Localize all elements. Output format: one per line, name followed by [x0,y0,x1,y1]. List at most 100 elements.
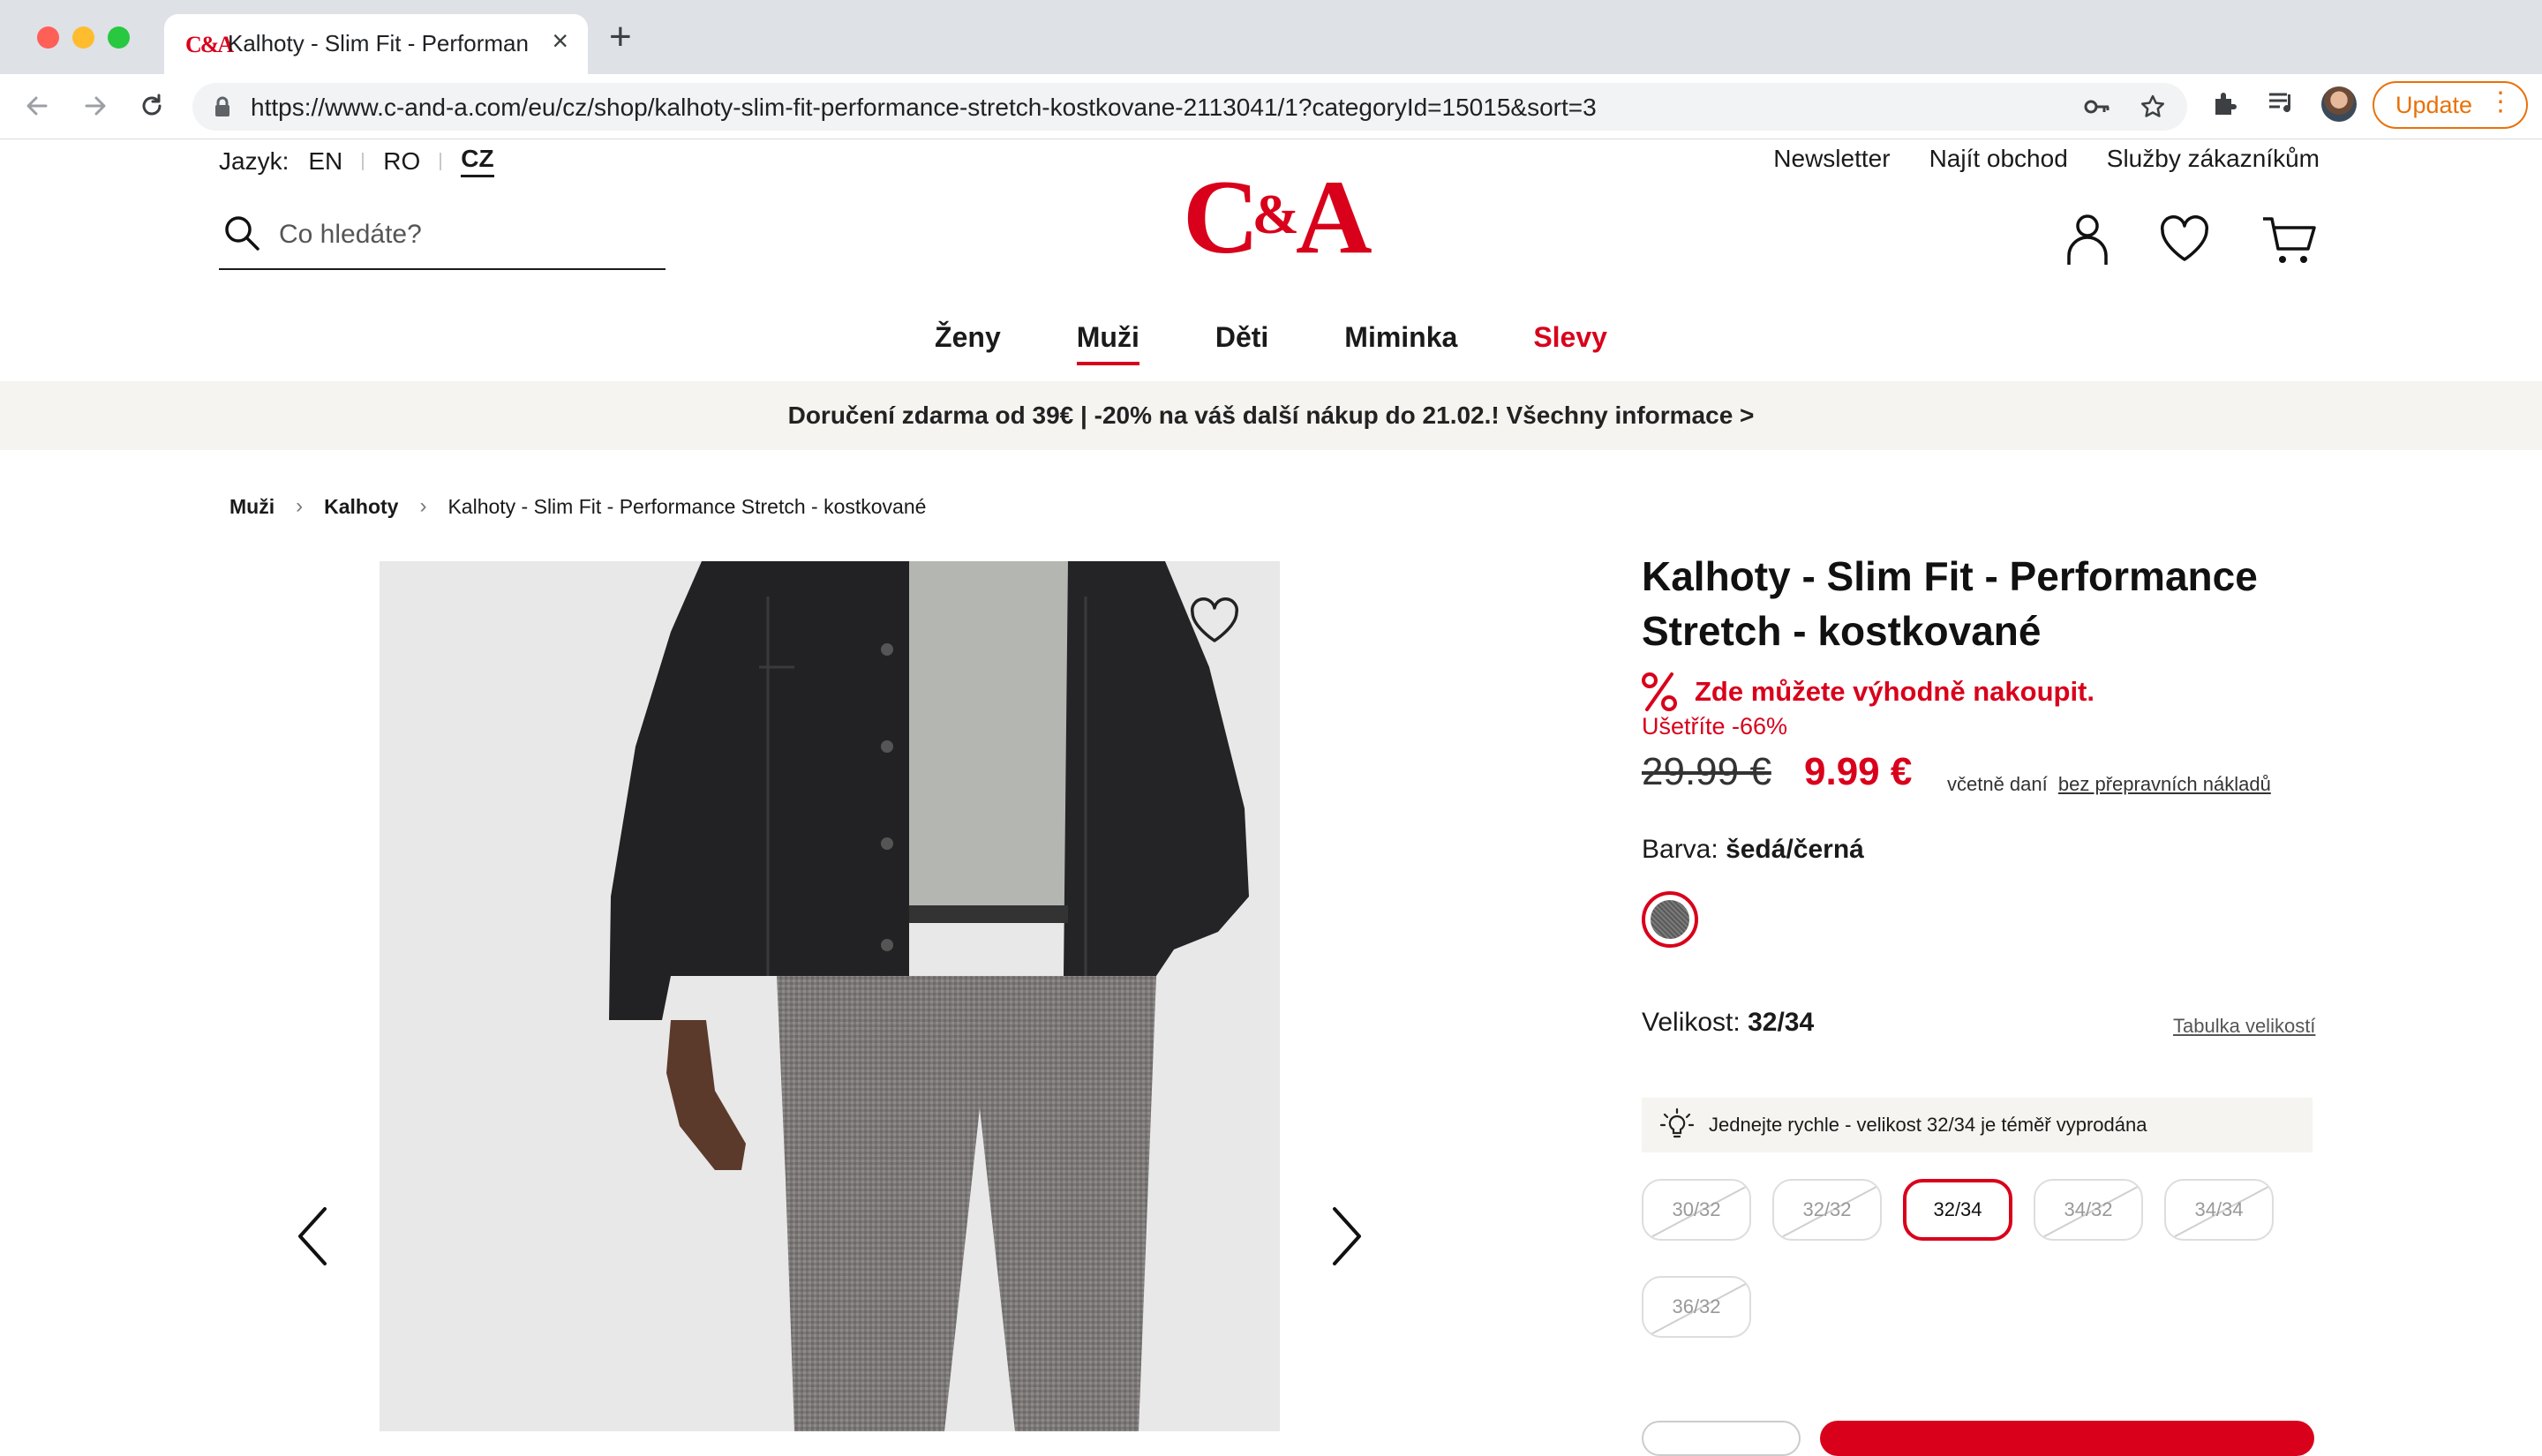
logo-letter-c: C [1183,158,1260,275]
chevron-right-icon: › [419,494,427,518]
forward-arrow-icon [85,96,106,116]
customer-service-link[interactable]: Služby zákazníkům [2107,145,2320,173]
account-icon[interactable] [2064,212,2111,266]
size-option-32-34[interactable]: 32/34 [1903,1179,2012,1241]
lang-divider [362,152,365,170]
percent-icon [1642,672,1677,711]
lang-divider [440,152,442,170]
browser-toolbar: https://www.c-and-a.com/eu/cz/shop/kalho… [0,74,2542,139]
logo-letter-a: A [1295,158,1373,275]
low-stock-hint: Jednejte rychle - velikost 32/34 je témě… [1642,1098,2313,1152]
color-selection: Barva: šedá/černá [1642,835,1864,865]
size-option-label: 32/32 [1802,1198,1852,1220]
url-text: https://www.c-and-a.com/eu/cz/shop/kalho… [251,94,1597,121]
main-navigation: Ženy Muži Děti Miminka Slevy [0,321,2542,365]
color-value: šedá/černá [1726,835,1864,864]
update-label: Update [2395,91,2473,118]
nav-item-sale[interactable]: Slevy [1533,321,1607,365]
update-button[interactable]: Update ⋮ [2373,81,2528,129]
profile-avatar[interactable] [2321,86,2357,122]
back-button[interactable] [19,88,55,124]
color-swatch-fill [1649,898,1691,941]
forward-button[interactable] [78,88,113,124]
reload-icon [142,94,162,116]
breadcrumb-pants[interactable]: Kalhoty [324,495,398,519]
gallery-next-arrow-icon[interactable] [1329,1205,1365,1267]
promo-banner-text: Doručení zdarma od 39€ | -20% na váš dal… [787,402,1755,429]
browser-tabstrip: C&A Kalhoty - Slim Fit - Performance Str… [0,0,2542,74]
search-bar [219,208,666,270]
original-price: 29.99 € [1642,750,1771,793]
product-image[interactable] [380,561,1280,1431]
extensions-icon[interactable] [2210,88,2240,118]
menu-dots-icon[interactable]: ⋮ [2487,89,2514,116]
favorite-heart-icon[interactable] [1188,597,1241,644]
tax-note-text: včetně daní [1947,773,2048,795]
tab-close-icon[interactable]: × [552,26,568,55]
search-input[interactable] [277,215,648,254]
cart-icon[interactable] [2261,215,2318,266]
lightbulb-icon [1659,1107,1695,1138]
address-bar[interactable]: https://www.c-and-a.com/eu/cz/shop/kalho… [192,83,2187,131]
media-queue-icon[interactable] [2267,90,2297,116]
window-zoom-button[interactable] [108,26,130,49]
find-store-link[interactable]: Najít obchod [1929,145,2068,173]
tax-note: včetně daní bez přepravních nákladů [1947,773,2271,796]
lock-icon[interactable] [214,96,231,117]
color-swatch[interactable] [1642,891,1698,948]
breadcrumb-current: Kalhoty - Slim Fit - Performance Stretch… [447,494,927,518]
breadcrumb-men[interactable]: Muži [229,495,275,519]
lang-en[interactable]: EN [308,147,342,176]
color-label: Barva: [1642,835,1718,864]
size-option-30-32[interactable]: 30/32 [1642,1179,1751,1241]
window-minimize-button[interactable] [72,26,94,49]
search-icon[interactable] [222,214,261,252]
new-tab-button[interactable]: + [609,18,632,56]
logo-ampersand: & [1252,183,1299,245]
quantity-selector[interactable] [1642,1421,1801,1456]
window-close-button[interactable] [37,26,59,49]
nav-item-men[interactable]: Muži [1076,321,1139,365]
promo-banner[interactable]: Doručení zdarma od 39€ | -20% na váš dal… [0,381,2542,450]
low-stock-text: Jednejte rychle - velikost 32/34 je témě… [1709,1114,2147,1136]
size-option-34-34[interactable]: 34/34 [2164,1179,2274,1241]
size-option-label: 30/32 [1672,1198,1721,1220]
size-option-label: 34/32 [2064,1198,2113,1220]
size-value: 32/34 [1748,1008,1815,1037]
chevron-right-icon: › [296,494,304,518]
language-label: Jazyk: [219,146,290,175]
nav-item-kids[interactable]: Děti [1215,321,1268,365]
lang-cz[interactable]: CZ [461,145,494,177]
size-option-34-32[interactable]: 34/32 [2034,1179,2143,1241]
key-icon[interactable] [2083,94,2111,120]
product-photo [380,561,1280,1431]
reload-button[interactable] [134,88,169,124]
product-title: Kalhoty - Slim Fit - Performance Stretch… [1642,553,2258,654]
savings-text: Ušetříte -66% [1642,713,1788,739]
wishlist-heart-icon[interactable] [2159,215,2210,263]
ca-logo[interactable]: C&A [1183,164,1373,270]
tab-favicon: C&A [185,32,234,57]
size-chart-link[interactable]: Tabulka velikostí [2173,1015,2315,1038]
size-option-32-32[interactable]: 32/32 [1772,1179,1882,1241]
nav-item-women[interactable]: Ženy [935,321,1001,365]
size-label: Velikost: [1642,1008,1741,1037]
gallery-prev-arrow-icon[interactable] [295,1205,330,1267]
top-links: Newsletter Najít obchod Služby zákazníků… [1773,145,2320,173]
language-switcher: Jazyk: EN RO CZ [219,145,494,177]
sale-price: 9.99 € [1804,750,1913,793]
newsletter-link[interactable]: Newsletter [1773,145,1890,173]
size-option-label: 34/34 [2194,1198,2244,1220]
promo-text: Zde můžete výhodně nakoupit. [1695,676,2095,707]
bookmark-star-icon[interactable] [2140,94,2166,120]
shipping-info-link[interactable]: bez přepravních nákladů [2058,773,2271,795]
size-selection: Velikost: 32/34 [1642,1008,1814,1038]
nav-item-babies[interactable]: Miminka [1344,321,1457,365]
browser-tab[interactable]: C&A Kalhoty - Slim Fit - Performance Str… [164,14,588,74]
size-option-36-32[interactable]: 36/32 [1642,1276,1751,1338]
size-option-label: 32/34 [1933,1198,1982,1220]
lang-ro[interactable]: RO [383,147,420,176]
back-arrow-icon [26,96,48,116]
tab-title: Kalhoty - Slim Fit - Performance Stretch… [228,30,528,56]
add-to-cart-button[interactable] [1820,1421,2314,1456]
